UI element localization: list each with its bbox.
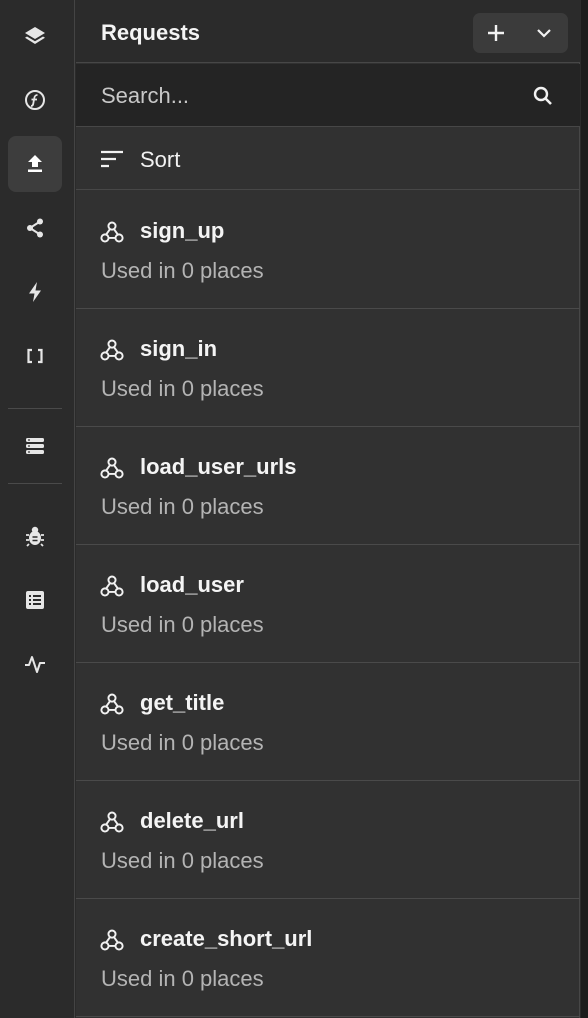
brackets-icon[interactable] [8,328,62,384]
webhook-icon [100,221,124,243]
list-item[interactable]: delete_url Used in 0 places [76,781,580,899]
request-name: sign_in [140,336,218,361]
request-usage: Used in 0 places [101,966,264,991]
webhook-icon [100,693,124,715]
header-actions [473,13,568,53]
share-icon[interactable] [8,200,62,256]
canvas-edge [581,0,588,1018]
sort-icon [101,150,123,168]
list-item[interactable]: create_short_url Used in 0 places [76,899,580,1017]
app-window: Requests Sort sign_up Used in 0 plac [0,0,588,1018]
request-name: sign_up [140,218,225,243]
search-icon[interactable] [531,84,555,108]
dropdown-button[interactable] [521,13,567,53]
webhook-icon [100,929,124,951]
list-item[interactable]: sign_in Used in 0 places [76,309,580,427]
sidebar-rail [0,0,75,1018]
request-name: delete_url [140,808,244,833]
request-list: sign_up Used in 0 places sign_in Used in… [76,191,580,1017]
list-icon[interactable] [8,572,62,628]
upload-icon[interactable] [8,136,62,192]
search-bar [76,64,580,127]
chevron-down-icon [537,29,551,38]
bug-icon[interactable] [8,508,62,564]
request-name: load_user [140,572,244,597]
request-name: create_short_url [140,926,313,951]
sort-label: Sort [140,147,181,172]
list-item[interactable]: get_title Used in 0 places [76,663,580,781]
request-usage: Used in 0 places [101,258,264,283]
add-request-button[interactable] [473,13,519,53]
webhook-icon [100,575,124,597]
function-icon[interactable] [8,72,62,128]
activity-icon[interactable] [8,636,62,692]
panel-title: Requests [101,20,201,45]
request-name: get_title [140,690,225,715]
request-name: load_user_urls [140,454,297,479]
list-item[interactable]: sign_up Used in 0 places [76,191,580,309]
webhook-icon [100,339,124,361]
list-item[interactable]: load_user_urls Used in 0 places [76,427,580,545]
rail-divider [8,483,62,484]
rail-divider [8,408,62,409]
lightning-icon[interactable] [8,264,62,320]
list-item[interactable]: load_user Used in 0 places [76,545,580,663]
search-input[interactable] [101,80,521,112]
panel-header: Requests [76,0,580,63]
layers-icon[interactable] [8,8,62,64]
webhook-icon [100,457,124,479]
webhook-icon [100,811,124,833]
plus-icon [488,25,504,41]
requests-panel: Requests Sort sign_up Used in 0 plac [76,0,580,1018]
sort-button[interactable]: Sort [76,128,580,190]
request-usage: Used in 0 places [101,494,264,519]
request-usage: Used in 0 places [101,376,264,401]
request-usage: Used in 0 places [101,730,264,755]
request-usage: Used in 0 places [101,848,264,873]
database-icon[interactable] [8,418,62,474]
request-usage: Used in 0 places [101,612,264,637]
